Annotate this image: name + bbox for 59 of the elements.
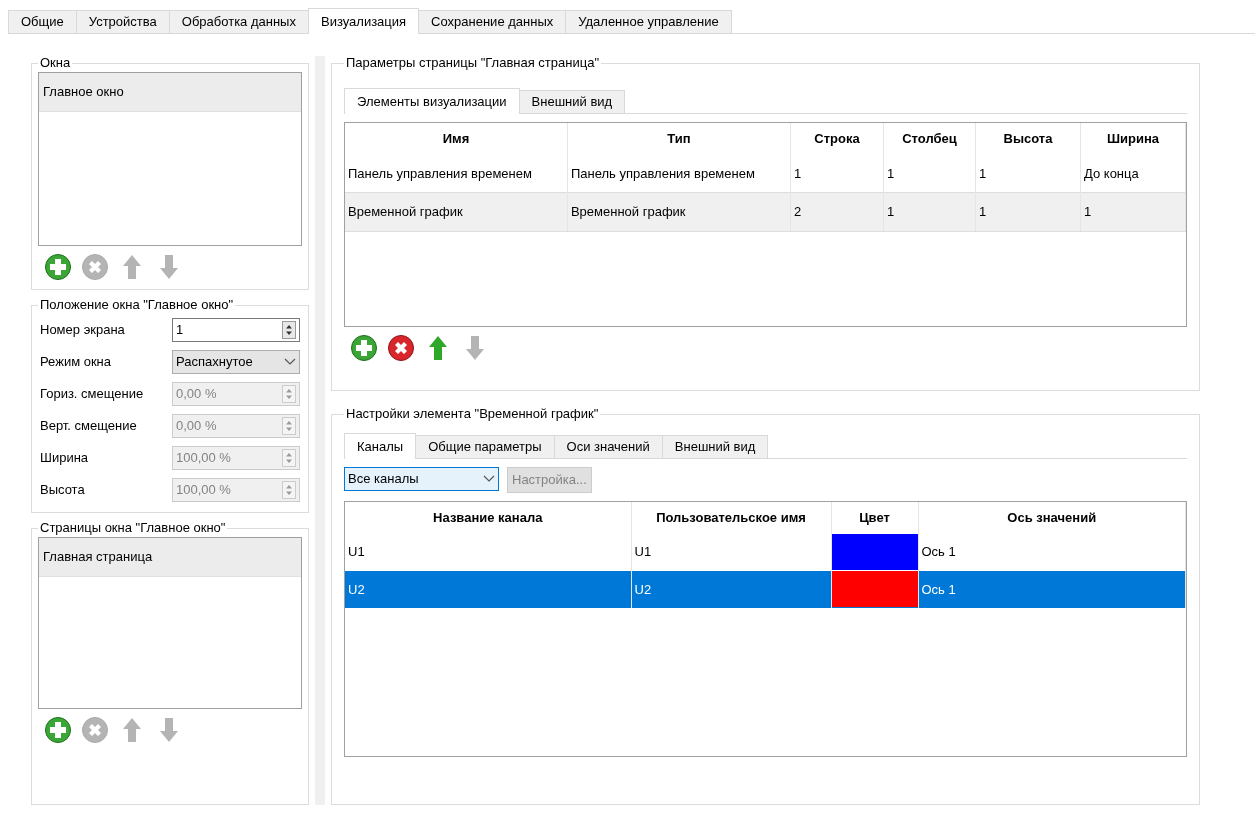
- tab[interactable]: Каналы: [344, 433, 417, 459]
- tab[interactable]: Внешний вид: [518, 90, 626, 113]
- column-header[interactable]: Пользовательское имя: [631, 501, 831, 533]
- column-header[interactable]: Имя: [345, 123, 568, 155]
- column-header[interactable]: Строка: [790, 123, 884, 155]
- color-swatch[interactable]: [831, 571, 918, 608]
- table-cell: U1: [631, 533, 831, 571]
- column-header[interactable]: Ширина: [1080, 123, 1186, 155]
- dropdown[interactable]: Распахнутое: [172, 350, 300, 374]
- tab[interactable]: Элементы визуализации: [344, 88, 520, 114]
- dropdown[interactable]: Все каналы: [344, 467, 499, 491]
- color-swatch[interactable]: [831, 533, 918, 570]
- add-icon[interactable]: [350, 334, 378, 362]
- tab[interactable]: Оси значений: [553, 435, 663, 458]
- field-label: Ширина: [40, 449, 89, 468]
- table-cell: Ось 1: [918, 533, 1186, 571]
- add-icon[interactable]: [44, 716, 72, 744]
- column-header[interactable]: Столбец: [883, 123, 976, 155]
- tab[interactable]: Общие параметры: [415, 435, 555, 458]
- table-cell: 1: [1080, 192, 1186, 231]
- table-cell: 1: [883, 192, 976, 231]
- field-label: Верт. смещение: [40, 417, 137, 436]
- group-title: Окна: [39, 56, 72, 70]
- add-icon[interactable]: [44, 253, 72, 281]
- group-title: Параметры страницы "Главная страница": [345, 56, 601, 70]
- field-label: Гориз. смещение: [40, 385, 144, 404]
- tab[interactable]: Внешний вид: [661, 435, 769, 458]
- list-item[interactable]: Главное окно: [39, 73, 301, 112]
- tab[interactable]: Общие: [8, 10, 77, 33]
- column-header[interactable]: Высота: [975, 123, 1081, 155]
- table-cell: Ось 1: [918, 570, 1186, 608]
- table-cell: 2: [790, 192, 884, 231]
- spin-box[interactable]: 1: [172, 318, 300, 342]
- group-title: Страницы окна "Главное окно": [39, 521, 227, 535]
- table-cell: U2: [631, 570, 831, 608]
- group-title: Положение окна "Главное окно": [39, 298, 235, 312]
- field-label: Высота: [40, 481, 85, 500]
- table-cell: 1: [975, 192, 1081, 231]
- chevron-down-icon[interactable]: [284, 358, 296, 366]
- tab[interactable]: Визуализация: [307, 8, 420, 34]
- remove-icon[interactable]: [387, 334, 415, 362]
- column-header[interactable]: Название канала: [345, 501, 631, 533]
- table-cell: Временной график: [567, 192, 791, 231]
- column-header[interactable]: Цвет: [831, 501, 918, 533]
- field-label: Номер экрана: [40, 321, 125, 340]
- table-cell: U2: [345, 570, 631, 608]
- tab[interactable]: Обработка данных: [168, 10, 309, 33]
- group-title: Настройки элемента "Временной график": [345, 407, 600, 421]
- field-label: Режим окна: [40, 353, 112, 372]
- tab[interactable]: Сохранение данных: [418, 10, 567, 33]
- tab[interactable]: Устройства: [75, 10, 170, 33]
- list-item[interactable]: Главная страница: [39, 538, 301, 577]
- column-header[interactable]: Ось значений: [918, 501, 1186, 533]
- table-cell: U1: [345, 533, 631, 571]
- tab[interactable]: Удаленное управление: [565, 10, 732, 33]
- chevron-down-icon[interactable]: [483, 475, 495, 483]
- spin-arrows-icon[interactable]: [282, 321, 296, 339]
- column-header[interactable]: Тип: [567, 123, 791, 155]
- table-cell: Временной график: [345, 192, 568, 231]
